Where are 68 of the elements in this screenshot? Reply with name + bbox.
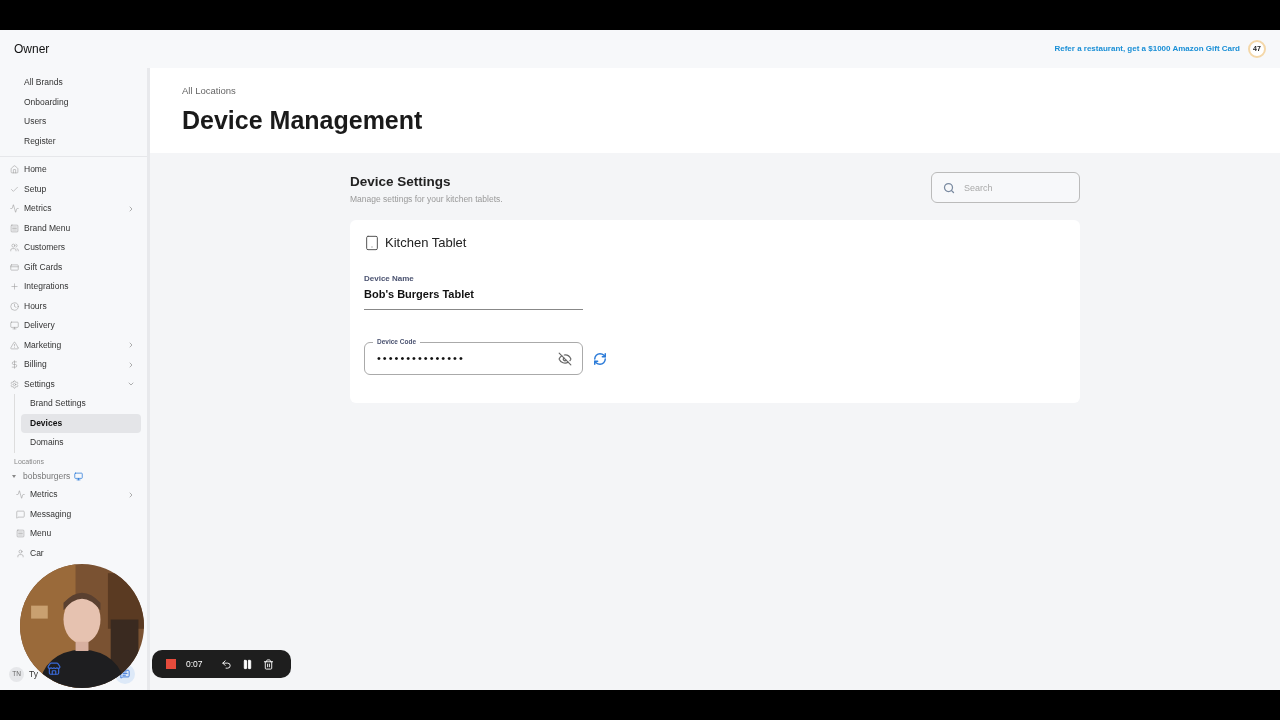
sidebar-item[interactable]: Car xyxy=(0,543,147,563)
sidebar-item[interactable]: Gift Cards xyxy=(0,257,147,277)
chevron-right-icon xyxy=(127,204,135,213)
pause-icon[interactable] xyxy=(241,658,253,670)
location-name: bobsburgers xyxy=(23,469,71,483)
search-icon xyxy=(943,181,955,194)
sidebar-item[interactable]: Setup xyxy=(0,179,147,199)
user-name: Ty xyxy=(29,667,38,681)
monitor-icon xyxy=(74,471,84,481)
sidebar-item[interactable]: Customers xyxy=(0,238,147,258)
sidebar-item[interactable]: Marketing xyxy=(0,335,147,355)
menu-list-icon xyxy=(10,223,19,233)
sidebar-item[interactable]: Menu xyxy=(0,524,147,544)
home-icon xyxy=(10,165,19,175)
chevron-right-icon xyxy=(127,360,135,369)
triangle-icon xyxy=(10,340,19,350)
location-item[interactable]: bobsburgers xyxy=(0,467,147,485)
plus-icon xyxy=(10,282,19,292)
store-icon[interactable] xyxy=(47,662,61,676)
section-subtitle: Manage settings for your kitchen tablets. xyxy=(350,193,503,206)
menu-list-icon xyxy=(16,529,25,539)
recording-time: 0:07 xyxy=(186,657,203,671)
masked-code: ••••••••••••••• xyxy=(377,351,466,367)
sidebar-subitem[interactable]: Brand Settings xyxy=(21,394,141,414)
sidebar-item[interactable]: Brand Menu xyxy=(0,218,147,238)
chat-icon xyxy=(120,669,130,679)
sidebar-item[interactable]: Register xyxy=(0,131,147,151)
check-icon xyxy=(10,184,19,194)
users-icon xyxy=(10,243,19,253)
chart-line-icon xyxy=(16,490,25,500)
device-name-field[interactable]: Bob's Burgers Tablet xyxy=(364,285,583,302)
field-label: Device Name xyxy=(364,272,415,285)
refresh-icon[interactable] xyxy=(593,351,607,366)
sidebar-item[interactable]: Home xyxy=(0,160,147,180)
sidebar-item[interactable]: Integrations xyxy=(0,277,147,297)
settings-icon xyxy=(10,379,19,389)
tablet-icon xyxy=(364,234,380,251)
chevron-right-icon xyxy=(127,490,135,499)
sidebar-item[interactable]: Delivery xyxy=(0,316,147,336)
search-field[interactable]: Search xyxy=(931,172,1080,203)
user-icon xyxy=(16,548,25,558)
page-title: Device Management xyxy=(182,105,424,137)
dollar-icon xyxy=(10,360,19,370)
credit-card-icon xyxy=(10,262,19,272)
sidebar-item[interactable]: Users xyxy=(0,112,147,132)
app-title: Owner xyxy=(14,41,50,58)
undo-icon[interactable] xyxy=(220,658,232,670)
sidebar-item[interactable]: Settings xyxy=(0,374,147,394)
chart-line-icon xyxy=(10,204,19,214)
sidebar-item[interactable]: Onboarding xyxy=(0,92,147,112)
chevron-right-icon xyxy=(127,341,135,350)
caret-down-icon xyxy=(12,474,16,478)
monitor-icon xyxy=(10,321,19,331)
sidebar-item[interactable]: Billing xyxy=(0,355,147,375)
message-icon xyxy=(16,509,25,519)
clock-icon xyxy=(10,301,19,311)
sidebar-item[interactable]: All Brands xyxy=(0,73,147,93)
sidebar-item[interactable]: Hours xyxy=(0,296,147,316)
sidebar-subitem[interactable]: Devices xyxy=(21,413,141,433)
sidebar-item[interactable]: Messaging xyxy=(0,504,147,524)
sidebar-item[interactable]: Metrics xyxy=(0,199,147,219)
sidebar-item[interactable]: Metrics xyxy=(0,485,147,505)
device-title: Kitchen Tablet xyxy=(385,234,467,252)
section-title: Device Settings xyxy=(350,173,452,191)
sidebar-subitem[interactable]: Domains xyxy=(21,433,141,453)
breadcrumb[interactable]: All Locations xyxy=(182,84,1248,99)
trash-icon[interactable] xyxy=(262,658,274,670)
eye-off-icon[interactable] xyxy=(558,351,572,366)
